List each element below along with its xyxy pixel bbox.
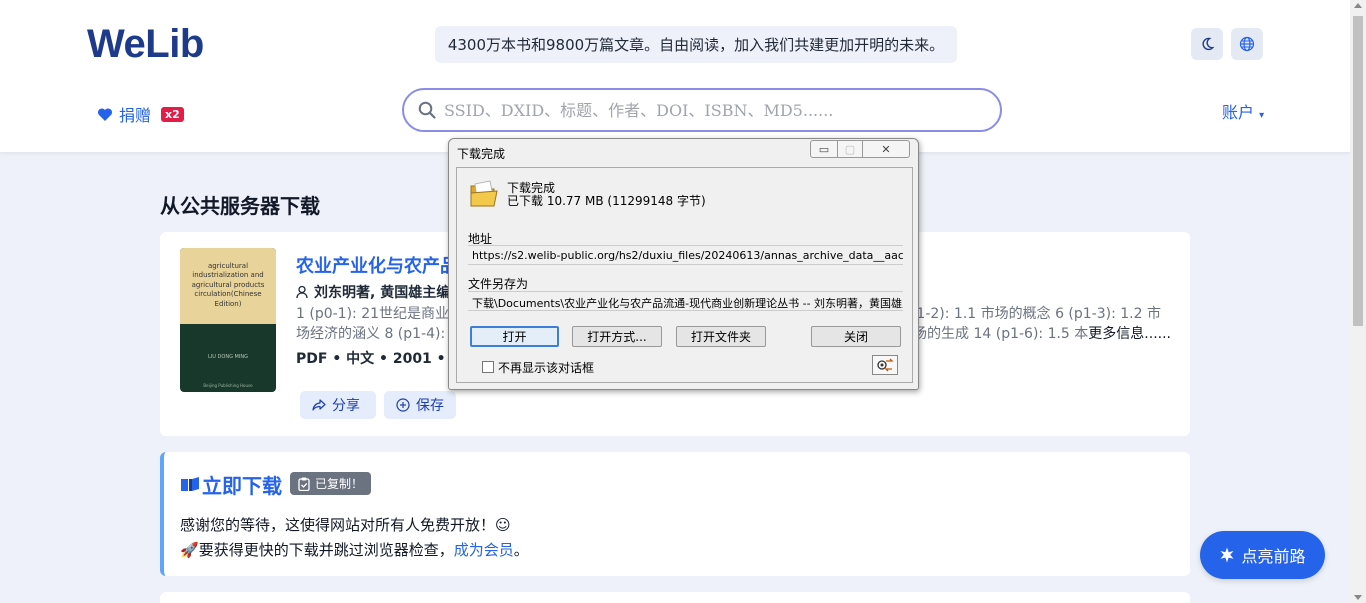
download-card: 立即下载 已复制！ 感谢您的等待，这使得网站对所有人免费开放！☺ 🚀要获得更快的… — [160, 452, 1190, 576]
maximize-button[interactable]: ▢ — [837, 140, 863, 158]
caret-down-icon: ▾ — [1259, 110, 1265, 121]
cover-author: LIU DONG MING — [208, 354, 248, 360]
download-complete-dialog: 下载完成 ▭ ▢ ✕ 下载完成 已下载 10.77 MB (11299148 字… — [448, 138, 919, 390]
share-label: 分享 — [332, 398, 360, 414]
clipboard-check-icon — [298, 477, 310, 491]
scroll-thumb[interactable] — [1353, 16, 1363, 326]
open-folder-button[interactable]: 打开文件夹 — [676, 326, 766, 347]
rocket-icon: 🚀 — [180, 541, 199, 559]
author-name: 刘东明著, 黄国雄主编 — [314, 285, 451, 301]
open-button[interactable]: 打开 — [470, 326, 559, 347]
description-line1-left: 1 (p0-1): 21世纪是商业的 — [296, 306, 464, 322]
lighten-path-label: 点亮前路 — [1241, 547, 1306, 566]
book-meta: PDF • 中文 • 2001 • 11 — [296, 351, 470, 367]
book-title-link[interactable]: 农业产业化与农产品 — [296, 252, 458, 278]
dialog-body: 下载完成 已下载 10.77 MB (11299148 字节) 地址 https… — [456, 167, 913, 383]
next-card — [160, 592, 1190, 603]
author-icon — [296, 285, 308, 299]
donate-label: 捐赠 — [119, 106, 152, 125]
thanks-text: 感谢您的等待，这使得网站对所有人免费开放！☺ — [180, 516, 511, 534]
more-info-link[interactable]: 更多信息...... — [1088, 326, 1171, 342]
dialog-close-x-button[interactable]: ✕ — [862, 140, 910, 158]
save-as-label: 文件另存为 — [468, 277, 529, 291]
globe-icon — [1239, 36, 1255, 52]
copied-badge: 已复制！ — [290, 472, 372, 495]
become-member-link[interactable]: 成为会员 — [454, 541, 514, 559]
dont-show-label: 不再显示该对话框 — [498, 361, 595, 375]
download-now-title[interactable]: 立即下载 — [180, 470, 282, 499]
account-menu[interactable]: 账户 ▾ — [1222, 99, 1264, 123]
faster-prefix: 要获得更快的下载并跳过浏览器检查， — [198, 541, 454, 559]
moon-icon — [1202, 37, 1215, 51]
site-header: WeLib 4300万本书和9800万篇文章。自由阅读，加入我们共建更加开明的未… — [0, 0, 1350, 152]
book-open-icon — [181, 476, 199, 491]
open-folder-icon — [470, 180, 498, 207]
scroll-up-icon[interactable] — [1354, 3, 1362, 8]
share-icon — [312, 399, 326, 411]
download-now-label: 立即下载 — [202, 474, 282, 498]
heart-icon — [97, 107, 113, 121]
account-label: 账户 — [1222, 103, 1255, 122]
search-icon — [418, 101, 436, 119]
maximize-icon: ▢ — [844, 142, 856, 156]
save-path-field[interactable]: 下载\Documents\农业产业化与农产品流通-现代商业创新理论丛书 -- 刘… — [468, 291, 903, 311]
membership-text: 🚀要获得更快的下载并跳过浏览器检查，成为会员。 — [180, 539, 529, 560]
cover-title: agricultural industrialization and agric… — [180, 248, 276, 324]
sparkle-icon — [1220, 547, 1234, 563]
book-author: 刘东明著, 黄国雄主编 — [296, 282, 450, 302]
options-button[interactable] — [872, 355, 898, 375]
copied-label: 已复制！ — [315, 477, 364, 491]
announcement-banner: 4300万本书和9800万篇文章。自由阅读，加入我们共建更加开明的未来。 — [435, 26, 957, 63]
dont-show-checkbox[interactable] — [482, 361, 494, 373]
faster-suffix: 。 — [513, 541, 529, 559]
language-button[interactable] — [1231, 28, 1263, 60]
save-label: 保存 — [416, 398, 444, 414]
save-button[interactable]: 保存 — [384, 391, 456, 419]
cover-footer: Beijing Publishing House — [203, 383, 253, 388]
description-line2-right: 场的生成 14 (p1-6): 1.5 本 — [913, 326, 1089, 342]
plus-circle-icon — [396, 398, 410, 412]
description-line1-right: (p1-2): 1.1 市场的概念 6 (p1-3): 1.2 市 — [902, 306, 1161, 322]
address-field[interactable]: https://s2.welib-public.org/hs2/duxiu_fi… — [468, 245, 903, 265]
search-input[interactable] — [444, 100, 984, 120]
donate-badge: x2 — [161, 106, 184, 122]
search-bar[interactable] — [402, 88, 1002, 132]
close-button[interactable]: 关闭 — [811, 326, 901, 347]
page-scrollbar[interactable] — [1350, 0, 1366, 603]
open-with-button[interactable]: 打开方式... — [572, 326, 662, 347]
description-line2-left: 场经济的涵义 8 (p1-4): — [296, 326, 446, 342]
options-icon — [877, 358, 894, 372]
page-title: 从公共服务器下载 — [160, 194, 320, 218]
dialog-title: 下载完成 — [457, 147, 506, 161]
dark-mode-button[interactable] — [1191, 28, 1223, 60]
minimize-icon: ▭ — [818, 142, 830, 156]
download-size: 已下载 10.77 MB (11299148 字节) — [507, 194, 706, 208]
donate-link[interactable]: 捐赠 x2 — [97, 102, 184, 126]
book-cover[interactable]: agricultural industrialization and agric… — [180, 248, 276, 392]
lighten-path-button[interactable]: 点亮前路 — [1200, 531, 1325, 579]
close-icon: ✕ — [881, 142, 891, 156]
minimize-button[interactable]: ▭ — [810, 140, 838, 158]
scroll-down-icon[interactable] — [1354, 595, 1362, 600]
share-button[interactable]: 分享 — [300, 391, 376, 419]
site-logo[interactable]: WeLib — [87, 22, 204, 67]
